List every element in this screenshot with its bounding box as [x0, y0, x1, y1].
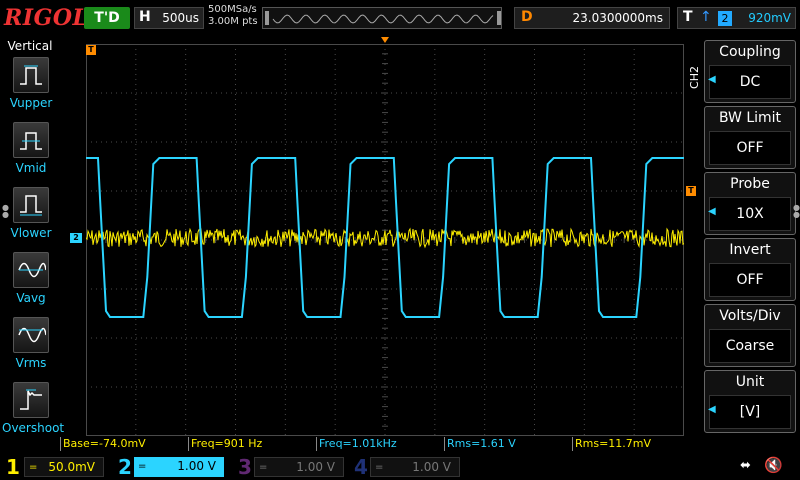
delay-label: D	[521, 9, 533, 25]
sample-rate: 500MSa/s	[208, 4, 257, 15]
dc-coupling-icon: =	[29, 462, 38, 473]
measurement-result[interactable]: Freq=1.01kHz	[316, 437, 444, 451]
trigger-status-badge[interactable]: T'D	[84, 7, 130, 29]
measure-vupper[interactable]: Vupper	[2, 57, 60, 119]
vlower-icon	[13, 187, 49, 223]
measurement-result[interactable]: Freq=901 Hz	[188, 437, 316, 451]
ch3-scale-box[interactable]: = 1.00 V	[254, 457, 344, 477]
ch1-scale: 50.0mV	[48, 460, 95, 474]
trigger-position-marker[interactable]: T	[86, 45, 96, 55]
menu-value: OFF	[709, 131, 791, 165]
menu-title: Probe	[730, 176, 770, 192]
ch2-scale: 1.00 V	[177, 459, 216, 473]
menu-unit[interactable]: Unit [V] ◀	[704, 370, 796, 433]
delay-value: 23.0300000ms	[572, 11, 663, 25]
menu-coupling[interactable]: Coupling DC ◀	[704, 40, 796, 103]
overshoot-icon	[13, 382, 49, 418]
menu-title: Unit	[735, 374, 765, 390]
memory-left-bracket	[265, 11, 269, 25]
dc-coupling-icon: =	[259, 462, 268, 473]
measure-label: Vupper	[9, 96, 53, 110]
measurement-result[interactable]: Rms=1.61 V	[444, 437, 572, 451]
memory-right-bracket	[497, 11, 501, 25]
left-arrow-icon: ◀	[708, 206, 716, 217]
menu-title: Coupling	[719, 44, 781, 60]
memory-depth: 3.00M pts	[208, 16, 258, 27]
measure-label: Vlower	[10, 226, 52, 240]
menu-value: OFF	[709, 263, 791, 297]
ch2-ground-marker[interactable]: 2	[70, 233, 82, 243]
channel-menu: Coupling DC ◀ BW Limit OFF Probe 10X ◀ I…	[704, 40, 800, 435]
menu-value: DC	[709, 65, 791, 99]
menu-title: Volts/Div	[719, 308, 781, 324]
trigger-position-top-arrow-icon[interactable]	[381, 37, 389, 43]
vrms-icon	[13, 317, 49, 353]
measure-label: Overshoot	[2, 421, 65, 435]
usb-icon: ⬌	[740, 458, 751, 473]
ch2-scale-box[interactable]: = 1.00 V	[134, 457, 224, 477]
horizontal-timebase[interactable]: H 500us	[134, 7, 204, 29]
memory-overview-graphic	[265, 11, 501, 25]
vmid-icon	[13, 122, 49, 158]
measure-label: Vrms	[15, 356, 47, 370]
trigger-level: 920mV	[748, 11, 791, 25]
dc-coupling-icon: =	[375, 462, 384, 473]
left-arrow-icon: ◀	[708, 74, 716, 85]
measure-vlower[interactable]: Vlower	[2, 187, 60, 249]
measurement-result[interactable]: Base=-74.0mV	[60, 437, 188, 451]
menu-value: 10X	[709, 197, 791, 231]
left-scroll-dots: ● ●	[2, 203, 9, 219]
delay-display[interactable]: D 23.0300000ms	[514, 7, 670, 29]
measure-label: Vavg	[16, 291, 46, 305]
speaker-muted-icon[interactable]: 🔇	[764, 456, 783, 474]
measure-vavg[interactable]: Vavg	[2, 252, 60, 314]
menu-invert[interactable]: Invert OFF	[704, 238, 796, 301]
top-status-bar: RIGOL T'D H 500us 500MSa/s 3.00M pts D 2…	[0, 0, 800, 37]
trigger-settings[interactable]: T ↑ 2 920mV	[677, 7, 796, 29]
menu-bw-limit[interactable]: BW Limit OFF	[704, 106, 796, 169]
ch2-number[interactable]: 2	[118, 455, 132, 479]
rising-edge-icon: ↑	[700, 9, 712, 25]
measurement-result[interactable]: Rms=11.7mV	[572, 437, 700, 451]
measure-vrms[interactable]: Vrms	[2, 317, 60, 379]
menu-title: BW Limit	[718, 110, 782, 126]
menu-probe[interactable]: Probe 10X ◀	[704, 172, 796, 235]
horizontal-label: H	[139, 9, 151, 25]
ch4-scale-box[interactable]: = 1.00 V	[370, 457, 460, 477]
timebase-value: 500us	[162, 11, 199, 25]
ch4-scale: 1.00 V	[412, 460, 451, 474]
trigger-level-marker[interactable]: T	[686, 186, 696, 196]
trigger-label: T	[683, 9, 693, 25]
menu-value: [V]	[709, 395, 791, 429]
left-arrow-icon: ◀	[708, 404, 716, 415]
ch3-scale: 1.00 V	[296, 460, 335, 474]
acquisition-info: 500MSa/s 3.00M pts	[208, 4, 258, 28]
right-scroll-dots: ● ●	[793, 203, 800, 219]
menu-title: Invert	[729, 242, 771, 258]
waveform-display[interactable]	[86, 44, 684, 436]
measure-overshoot[interactable]: Overshoot	[2, 382, 65, 444]
vavg-icon	[13, 252, 49, 288]
channel-menu-tag: CH2	[688, 66, 701, 89]
dc-coupling-icon: =	[138, 461, 147, 472]
ch4-number[interactable]: 4	[354, 455, 368, 479]
ch3-number[interactable]: 3	[238, 455, 252, 479]
vupper-icon	[13, 57, 49, 93]
measure-panel: Vertical Vupper Vmid Vlower Vavg Vrms Ov	[0, 37, 64, 437]
menu-volts-div[interactable]: Volts/Div Coarse	[704, 304, 796, 367]
trigger-source: 2	[718, 11, 732, 26]
brand-logo: RIGOL	[4, 5, 89, 31]
graticule-and-waveforms	[86, 44, 684, 436]
measure-category-title: Vertical	[7, 39, 53, 53]
ch1-scale-box[interactable]: = 50.0mV	[24, 457, 104, 477]
measure-vmid[interactable]: Vmid	[2, 122, 60, 184]
ch1-number[interactable]: 1	[6, 455, 20, 479]
menu-value: Coarse	[709, 329, 791, 363]
measurement-results-bar: Base=-74.0mV Freq=901 Hz Freq=1.01kHz Rm…	[60, 437, 700, 451]
waveform-memory-overview[interactable]	[262, 7, 502, 29]
measure-label: Vmid	[15, 161, 47, 175]
memory-overview-wave	[272, 14, 494, 24]
channel-status-bar: 1 = 50.0mV 2 = 1.00 V 3 = 1.00 V 4 = 1.0…	[0, 453, 800, 480]
